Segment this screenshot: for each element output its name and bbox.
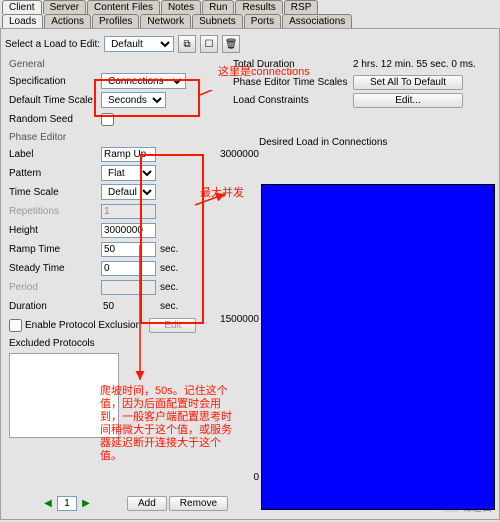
dur-unit: sec. <box>156 301 178 312</box>
ts-label: Time Scale <box>5 187 101 198</box>
select-load-label: Select a Load to Edit: <box>5 39 100 50</box>
prev-page-icon[interactable]: ◀ <box>41 497 55 511</box>
epe-label: Enable Protocol Exclusion <box>25 320 141 331</box>
tab-client[interactable]: Client <box>2 0 42 14</box>
ytick-1500000: 1500000 <box>220 314 259 325</box>
dur-value: 50 <box>101 301 156 312</box>
phase-nav: ◀ ▶ Add Remove <box>41 496 228 511</box>
pattern-select[interactable]: Flat <box>101 165 156 181</box>
delete-icon[interactable]: 🗑 <box>222 35 240 53</box>
new-icon[interactable]: ☐ <box>200 35 218 53</box>
dur-label: Duration <box>5 301 101 312</box>
rep-input <box>101 204 156 219</box>
tab-ports[interactable]: Ports <box>244 14 281 28</box>
steady-input[interactable] <box>101 261 156 276</box>
tab-run[interactable]: Run <box>202 0 234 14</box>
ramp-input[interactable] <box>101 242 156 257</box>
pattern-label: Pattern <box>5 168 101 179</box>
ytick-0: 0 <box>253 472 259 483</box>
period-label: Period <box>5 282 101 293</box>
tab-network[interactable]: Network <box>140 14 191 28</box>
lc-label: Load Constraints <box>233 95 353 106</box>
set-all-default-button[interactable]: Set All To Default <box>353 75 463 90</box>
tab-rsp[interactable]: RSP <box>284 0 319 14</box>
page-input[interactable] <box>57 496 77 511</box>
load-chart <box>261 184 495 510</box>
general-right: Total Duration 2 hrs. 12 min. 55 sec. 0 … <box>233 55 493 109</box>
main-content: Select a Load to Edit: Default ⧉ ☐ 🗑 Gen… <box>0 28 500 520</box>
period-input <box>101 280 156 295</box>
annot-text-ramp: 爬坡时间，50s。记住这个值，因为后面配置时会用到，一般客户端配置思考时间稍微大… <box>100 385 240 463</box>
steady-unit: sec. <box>156 263 178 274</box>
tab-profiles[interactable]: Profiles <box>92 14 139 28</box>
height-label: Height <box>5 225 101 236</box>
steady-label: Steady Time <box>5 263 101 274</box>
ramp-label: Ramp Time <box>5 244 101 255</box>
tab-row-sub: Loads Actions Profiles Network Subnets P… <box>0 14 500 28</box>
height-input[interactable] <box>101 223 156 238</box>
tab-row-top: Client Server Content Files Notes Run Re… <box>0 0 500 14</box>
annot-text-connections: 这里是connections <box>218 66 310 79</box>
next-page-icon[interactable]: ▶ <box>79 497 93 511</box>
tab-content-files[interactable]: Content Files <box>87 0 160 14</box>
annot-text-maxconc: 最大并发 <box>200 187 244 200</box>
epe-edit-button: Edit <box>149 318 196 333</box>
tab-notes[interactable]: Notes <box>161 0 201 14</box>
seed-checkbox[interactable] <box>101 113 114 126</box>
copy-icon[interactable]: ⧉ <box>178 35 196 53</box>
td-value: 2 hrs. 12 min. 55 sec. 0 ms. <box>353 59 476 70</box>
add-button[interactable]: Add <box>127 496 167 511</box>
period-unit: sec. <box>156 282 178 293</box>
seed-label: Random Seed <box>5 114 101 125</box>
dts-label: Default Time Scale <box>5 95 101 106</box>
label-label: Label <box>5 149 101 160</box>
dts-select[interactable]: Seconds <box>101 92 166 108</box>
chart-title: Desired Load in Connections <box>259 137 387 148</box>
label-input[interactable] <box>101 147 156 162</box>
load-toolbar: Select a Load to Edit: Default ⧉ ☐ 🗑 <box>5 33 495 55</box>
tab-subnets[interactable]: Subnets <box>192 14 243 28</box>
tab-associations[interactable]: Associations <box>282 14 352 28</box>
epe-checkbox[interactable] <box>9 319 22 332</box>
tab-actions[interactable]: Actions <box>44 14 91 28</box>
tab-results[interactable]: Results <box>235 0 282 14</box>
tab-loads[interactable]: Loads <box>2 14 43 28</box>
rep-label: Repetitions <box>5 206 101 217</box>
tab-server[interactable]: Server <box>43 0 86 14</box>
edit-constraints-button[interactable]: Edit... <box>353 93 463 108</box>
ts-select[interactable]: Default <box>101 184 156 200</box>
phase-title: Phase Editor <box>9 132 495 143</box>
spec-label: Specification <box>5 76 101 87</box>
ytick-3000000: 3000000 <box>220 149 259 160</box>
load-select[interactable]: Default <box>104 36 174 52</box>
spec-select[interactable]: Connections <box>101 73 186 89</box>
remove-button[interactable]: Remove <box>169 496 228 511</box>
ramp-unit: sec. <box>156 244 178 255</box>
